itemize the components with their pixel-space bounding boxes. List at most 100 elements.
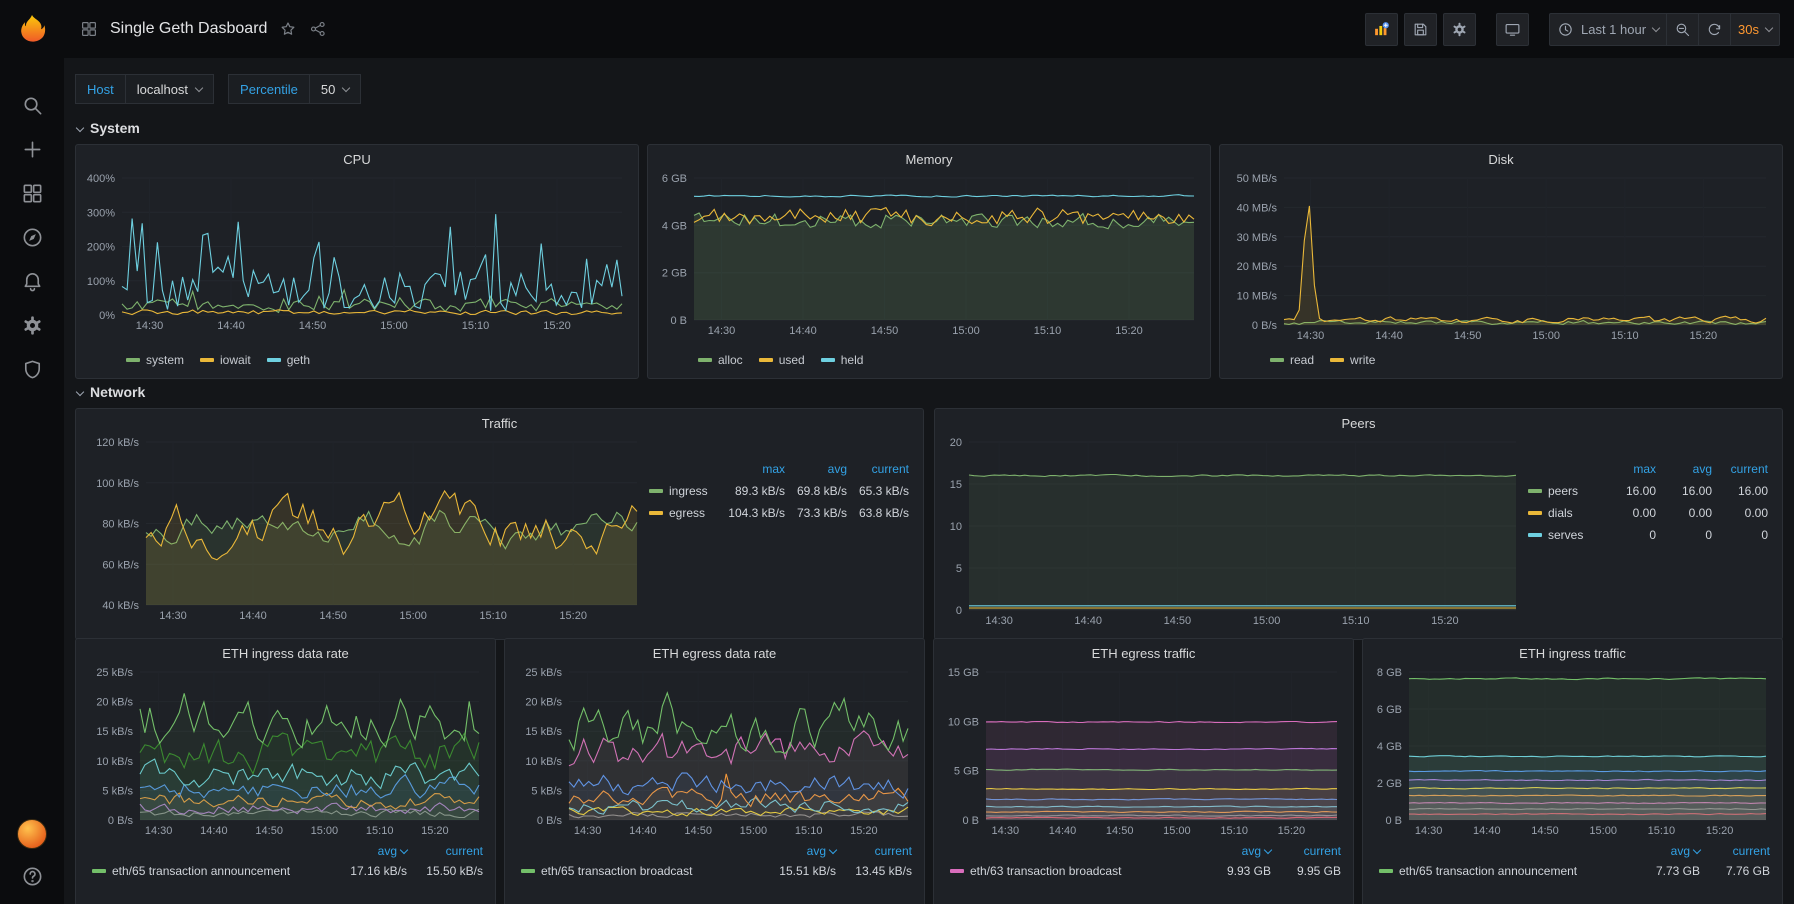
sidebar-item-server-admin[interactable] — [21, 358, 44, 381]
svg-text:20: 20 — [950, 437, 962, 449]
panel-title[interactable]: Disk — [1228, 150, 1774, 172]
svg-text:10 kB/s: 10 kB/s — [96, 756, 133, 768]
legend-item[interactable]: system — [126, 353, 184, 367]
traffic-legend: maxavgcurrent ingress 89.3 kB/s 69.8 kB/… — [645, 436, 915, 633]
share-button[interactable] — [309, 20, 327, 38]
svg-text:15:20: 15:20 — [1431, 615, 1459, 627]
svg-text:8 GB: 8 GB — [1377, 667, 1402, 679]
series-swatch — [267, 358, 281, 362]
legend-item[interactable]: used — [759, 353, 805, 367]
eth-ingress-traffic-chart[interactable]: 8 GB6 GB4 GB2 GB0 B14:3014:4014:5015:001… — [1371, 666, 1774, 838]
panel-title[interactable]: ETH egress traffic — [942, 644, 1345, 666]
disk-legend: read write — [1228, 348, 1774, 372]
legend-header: maxavgcurrent — [1528, 458, 1768, 480]
disk-chart[interactable]: 50 MB/s40 MB/s30 MB/s20 MB/s10 MB/s0 B/s… — [1228, 172, 1774, 348]
svg-text:15:10: 15:10 — [479, 610, 507, 622]
cycle-view-button[interactable] — [1496, 13, 1529, 46]
panel-title[interactable]: ETH ingress data rate — [84, 644, 487, 666]
sidebar — [0, 0, 64, 904]
eth-ingress-traffic-legend: avgcurrent eth/65 transaction announceme… — [1371, 838, 1774, 885]
sidebar-item-alerting[interactable] — [21, 270, 44, 293]
svg-text:15:00: 15:00 — [1532, 330, 1560, 342]
legend-item[interactable]: alloc — [698, 353, 743, 367]
sidebar-item-dashboards[interactable] — [21, 182, 44, 205]
row-header-network[interactable]: Network — [77, 380, 1783, 404]
svg-text:15:20: 15:20 — [1706, 825, 1734, 837]
svg-text:15:10: 15:10 — [1034, 325, 1062, 337]
row-header-system[interactable]: System — [77, 116, 1783, 140]
legend-item[interactable]: eth/63 transaction broadcast — [950, 864, 1191, 878]
svg-text:14:50: 14:50 — [319, 610, 347, 622]
legend-item[interactable]: iowait — [200, 353, 251, 367]
eth-egress-traffic-chart[interactable]: 15 GB10 GB5 GB0 B14:3014:4014:5015:0015:… — [942, 666, 1345, 838]
panel-title[interactable]: ETH ingress traffic — [1371, 644, 1774, 666]
cpu-chart[interactable]: 400%300%200%100%0%14:3014:4014:5015:0015… — [84, 172, 630, 348]
svg-text:40 MB/s: 40 MB/s — [1237, 202, 1278, 214]
percentile-variable-select[interactable]: 50 — [309, 74, 361, 104]
svg-text:15:10: 15:10 — [366, 825, 394, 837]
legend-item[interactable]: geth — [267, 353, 310, 367]
series-swatch — [649, 489, 663, 493]
add-panel-button[interactable] — [1365, 13, 1398, 46]
zoom-out-button[interactable] — [1666, 13, 1699, 46]
series-swatch — [1379, 869, 1393, 873]
svg-text:15:00: 15:00 — [380, 320, 408, 332]
favorite-star-button[interactable] — [279, 20, 297, 38]
svg-text:5 GB: 5 GB — [954, 766, 979, 778]
time-range-button[interactable]: Last 1 hour — [1549, 13, 1667, 46]
traffic-chart[interactable]: 120 kB/s100 kB/s80 kB/s60 kB/s40 kB/s14:… — [84, 436, 645, 633]
sidebar-item-explore[interactable] — [21, 226, 44, 249]
refresh-button[interactable] — [1698, 13, 1731, 46]
peers-chart[interactable]: 2015105014:3014:4014:5015:0015:1015:20 — [943, 436, 1524, 633]
panel-title[interactable]: Traffic — [84, 414, 915, 436]
chevron-down-icon — [1652, 23, 1660, 31]
host-variable-select[interactable]: localhost — [125, 74, 214, 104]
svg-text:14:30: 14:30 — [992, 825, 1020, 837]
svg-text:15:10: 15:10 — [1220, 825, 1248, 837]
svg-text:0 B: 0 B — [962, 815, 979, 827]
svg-text:14:40: 14:40 — [1375, 330, 1403, 342]
svg-text:100 kB/s: 100 kB/s — [96, 478, 139, 490]
svg-text:14:30: 14:30 — [708, 325, 736, 337]
svg-text:15:20: 15:20 — [1278, 825, 1306, 837]
dashboard-settings-button[interactable] — [1443, 13, 1476, 46]
legend-item[interactable]: eth/65 transaction broadcast — [521, 864, 740, 878]
sidebar-item-help[interactable] — [21, 865, 44, 888]
grafana-logo[interactable] — [0, 0, 64, 58]
sidebar-item-search[interactable] — [21, 94, 44, 117]
legend-item[interactable]: write — [1330, 353, 1375, 367]
legend-item[interactable]: eth/65 transaction announcement — [92, 864, 311, 878]
sidebar-item-configuration[interactable] — [21, 314, 44, 337]
svg-text:14:30: 14:30 — [1415, 825, 1443, 837]
variables-row: Host localhost Percentile 50 — [75, 74, 1783, 104]
save-dashboard-button[interactable] — [1404, 13, 1437, 46]
legend-item[interactable]: egress — [649, 506, 723, 520]
user-avatar[interactable] — [17, 819, 47, 849]
eth-ingress-rate-chart[interactable]: 25 kB/s20 kB/s15 kB/s10 kB/s5 kB/s0 B/s1… — [84, 666, 487, 838]
legend-item[interactable]: peers — [1528, 484, 1600, 498]
panel-title[interactable]: CPU — [84, 150, 630, 172]
legend-item[interactable]: read — [1270, 353, 1314, 367]
refresh-interval-button[interactable]: 30s — [1730, 13, 1780, 46]
svg-text:15:00: 15:00 — [952, 325, 980, 337]
legend-item[interactable]: held — [821, 353, 864, 367]
legend-item[interactable]: dials — [1528, 506, 1600, 520]
legend-item[interactable]: serves — [1528, 528, 1600, 542]
memory-chart[interactable]: 6 GB4 GB2 GB0 B14:3014:4014:5015:0015:10… — [656, 172, 1202, 348]
svg-text:15:00: 15:00 — [1253, 615, 1281, 627]
eth-egress-rate-chart[interactable]: 25 kB/s20 kB/s15 kB/s10 kB/s5 kB/s0 B/s1… — [513, 666, 916, 838]
grafana-flame-icon — [16, 13, 48, 45]
panel-title[interactable]: Peers — [943, 414, 1774, 436]
legend-item[interactable]: ingress — [649, 484, 723, 498]
svg-text:5 kB/s: 5 kB/s — [102, 785, 133, 797]
plus-icon — [21, 138, 44, 161]
svg-text:5 kB/s: 5 kB/s — [531, 785, 562, 797]
panel-title[interactable]: Memory — [656, 150, 1202, 172]
series-swatch — [200, 358, 214, 362]
legend-item[interactable]: eth/65 transaction announcement — [1379, 864, 1620, 878]
chevron-down-icon — [342, 83, 350, 91]
sidebar-item-create[interactable] — [21, 138, 44, 161]
panel-title[interactable]: ETH egress data rate — [513, 644, 916, 666]
svg-text:6 GB: 6 GB — [1377, 704, 1402, 716]
svg-text:14:40: 14:40 — [1074, 615, 1102, 627]
